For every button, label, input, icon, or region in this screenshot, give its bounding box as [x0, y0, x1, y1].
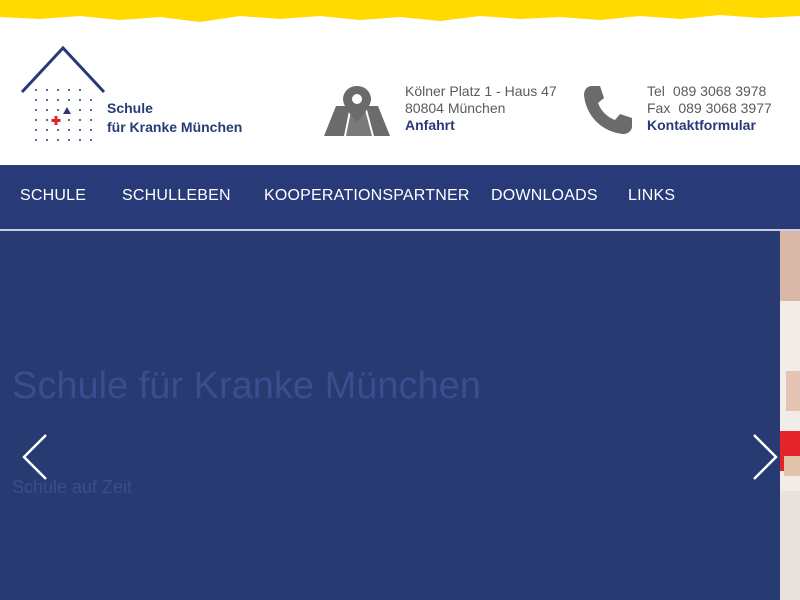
- address-street: Kölner Platz 1 - Haus 47: [405, 83, 557, 99]
- nav-item-schulleben[interactable]: SCHULLEBEN: [122, 187, 231, 205]
- top-brush-stripe: [0, 0, 800, 22]
- fax-label: Fax: [647, 100, 671, 116]
- site-header: Schule für Kranke München Kölner Platz 1…: [0, 24, 800, 165]
- contact-block: Tel 089 3068 3978 Fax 089 3068 3977 Kontak…: [647, 83, 772, 134]
- school-logo[interactable]: [18, 44, 108, 150]
- fax-number: 089 3068 3977: [678, 100, 772, 116]
- hero-slider: Schule für Kranke München Schule auf Zei…: [0, 231, 800, 600]
- school-name[interactable]: Schule für Kranke München: [107, 99, 242, 137]
- map-pin-icon: [324, 86, 390, 136]
- contact-form-link[interactable]: Kontaktformular: [647, 117, 772, 134]
- nav-item-links[interactable]: LINKS: [628, 187, 675, 205]
- nav-item-schule[interactable]: SCHULE: [20, 187, 86, 205]
- hero-slide-photo: [780, 231, 800, 600]
- phone-icon: [584, 86, 632, 134]
- tel-number[interactable]: 089 3068 3978: [673, 83, 766, 99]
- tel-row: Tel 089 3068 3978: [647, 83, 772, 100]
- tel-label: Tel: [647, 83, 665, 99]
- chevron-left-icon[interactable]: [20, 433, 50, 481]
- school-name-line2: für Kranke München: [107, 119, 243, 135]
- directions-link[interactable]: Anfahrt: [405, 117, 557, 134]
- nav-item-kooperationspartner[interactable]: KOOPERATIONSPARTNER: [264, 187, 470, 205]
- address-block: Kölner Platz 1 - Haus 47 80804 München A…: [405, 83, 557, 134]
- address-city: 80804 München: [405, 100, 506, 116]
- main-nav: SCHULE SCHULLEBEN KOOPERATIONSPARTNER DO…: [0, 165, 800, 229]
- hero-title: Schule für Kranke München: [12, 365, 481, 407]
- nav-item-downloads[interactable]: DOWNLOADS: [491, 187, 598, 205]
- fax-row: Fax 089 3068 3977: [647, 100, 772, 117]
- school-name-line1: Schule: [107, 100, 153, 116]
- chevron-right-icon[interactable]: [750, 433, 780, 481]
